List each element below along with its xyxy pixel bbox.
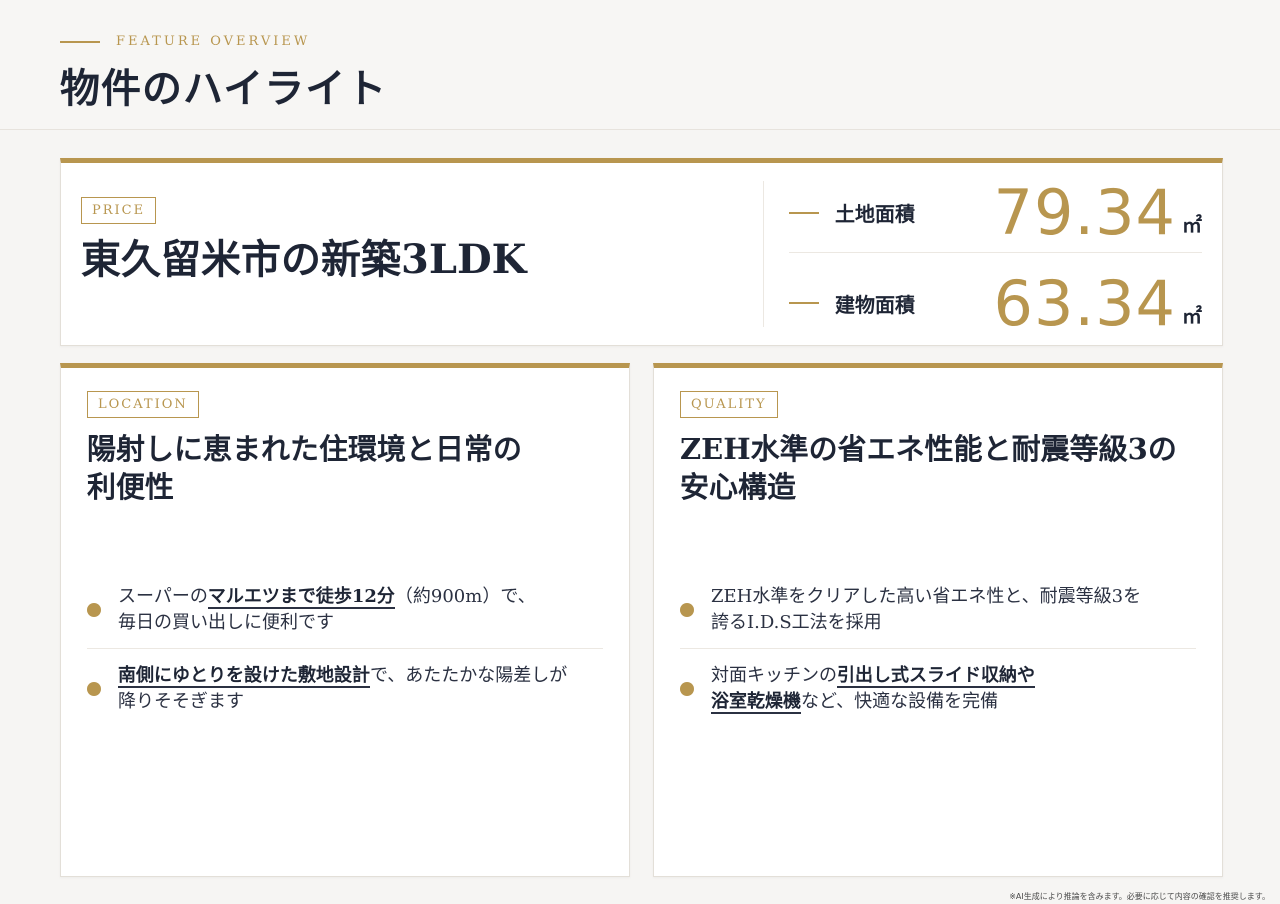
bullet-highlight: マルエツまで徒歩12分 [207,586,395,609]
list-item: 対面キッチンの引出し式スライド収納や浴室乾燥機など、快適な設備を完備 [680,648,1196,727]
page-header: FEATURE OVERVIEW 物件のハイライト [0,0,1280,130]
building-area-unit: ㎡ [1182,304,1202,328]
bullet-dot-icon [87,603,101,617]
quality-bullet-list: ZEH水準をクリアした高い省エネ性と、耐震等級3を 誇るI.D.S工法を採用 対面… [680,574,1196,727]
bullet-text-post: で、あたたかな陽差しが [370,665,568,686]
quality-heading-line2: 安心構造 [680,470,797,504]
list-item: 南側にゆとりを設けた敷地設計で、あたたかな陽差しが降りそそぎます [87,648,603,727]
bullet-text: ZEH水準をクリアした高い省エネ性と、耐震等級3を 誇るI.D.S工法を採用 [711,584,1141,636]
bullet-dot-icon [680,603,694,617]
price-card: PRICE 東久留米市の新築3LDK 土地面積 79.34 ㎡ 建物面積 63.… [60,158,1223,346]
building-area-row: 建物面積 63.34 ㎡ [789,263,1202,343]
bullet-text-post: （約900m）で、 [394,586,536,607]
bullet-highlight: 南側にゆとりを設けた敷地設計 [118,665,370,688]
page-title: 物件のハイライト [60,65,388,112]
location-tag: LOCATION [87,391,199,418]
quality-heading-line1: ZEH水準の省エネ性能と耐震等級3の [680,432,1177,466]
quality-tag: QUALITY [680,391,778,418]
location-card: LOCATION 陽射しに恵まれた住環境と日常の 利便性 スーパーのマルエツまで… [60,363,630,877]
bullet-text: 南側にゆとりを設けた敷地設計で、あたたかな陽差しが降りそそぎます [118,663,567,715]
land-area-value: 79.34 [993,176,1176,249]
building-area-label: 建物面積 [835,292,915,317]
price-tag: PRICE [81,197,157,224]
quality-heading: ZEH水準の省エネ性能と耐震等級3の 安心構造 [680,430,1200,506]
building-area-value: 63.34 [993,266,1176,340]
bullet-text-line1: ZEH水準をクリアした高い省エネ性と、耐震等級3を [711,586,1142,607]
eyebrow: FEATURE OVERVIEW [60,34,310,49]
bullet-text-line2: 降りそそぎます [118,691,244,712]
land-area-row: 土地面積 79.34 ㎡ [789,173,1202,253]
list-item: スーパーのマルエツまで徒歩12分（約900m）で、毎日の買い出しに便利です [87,574,603,648]
bullet-text: スーパーのマルエツまで徒歩12分（約900m）で、毎日の買い出しに便利です [118,584,536,636]
quality-card: QUALITY ZEH水準の省エネ性能と耐震等級3の 安心構造 ZEH水準をクリ… [653,363,1223,877]
location-heading-line2: 利便性 [87,470,175,504]
eyebrow-line [60,40,100,43]
bullet-text-post: など、快適な設備を完備 [801,691,999,712]
dash-icon [789,211,819,214]
list-item: ZEH水準をクリアした高い省エネ性と、耐震等級3を 誇るI.D.S工法を採用 [680,574,1196,648]
vertical-divider [763,181,764,327]
bullet-dot-icon [87,682,101,696]
location-heading-line1: 陽射しに恵まれた住環境と日常の [87,432,523,466]
bullet-text-line2: 毎日の買い出しに便利です [118,612,334,633]
dash-icon [789,302,819,304]
location-heading: 陽射しに恵まれた住環境と日常の 利便性 [87,430,607,506]
bullet-text: 対面キッチンの引出し式スライド収納や浴室乾燥機など、快適な設備を完備 [711,663,1035,715]
bullet-text-pre: スーパーの [118,586,208,607]
property-title: 東久留米市の新築3LDK [81,236,527,283]
bullet-dot-icon [680,682,694,696]
disclaimer-footnote: ※AI生成により推論を含みます。必要に応じて内容の確認を推奨します。 [1009,892,1270,901]
land-area-unit: ㎡ [1182,213,1202,237]
eyebrow-text: FEATURE OVERVIEW [116,34,311,49]
bullet-text-pre: 対面キッチンの [711,665,837,686]
bullet-text-line2: 誇るI.D.S工法を採用 [711,612,882,633]
land-area-label: 土地面積 [835,202,915,226]
bullet-highlight: 浴室乾燥機 [711,691,801,714]
location-bullet-list: スーパーのマルエツまで徒歩12分（約900m）で、毎日の買い出しに便利です 南側… [87,574,603,727]
bullet-highlight: 引出し式スライド収納や [837,665,1035,688]
